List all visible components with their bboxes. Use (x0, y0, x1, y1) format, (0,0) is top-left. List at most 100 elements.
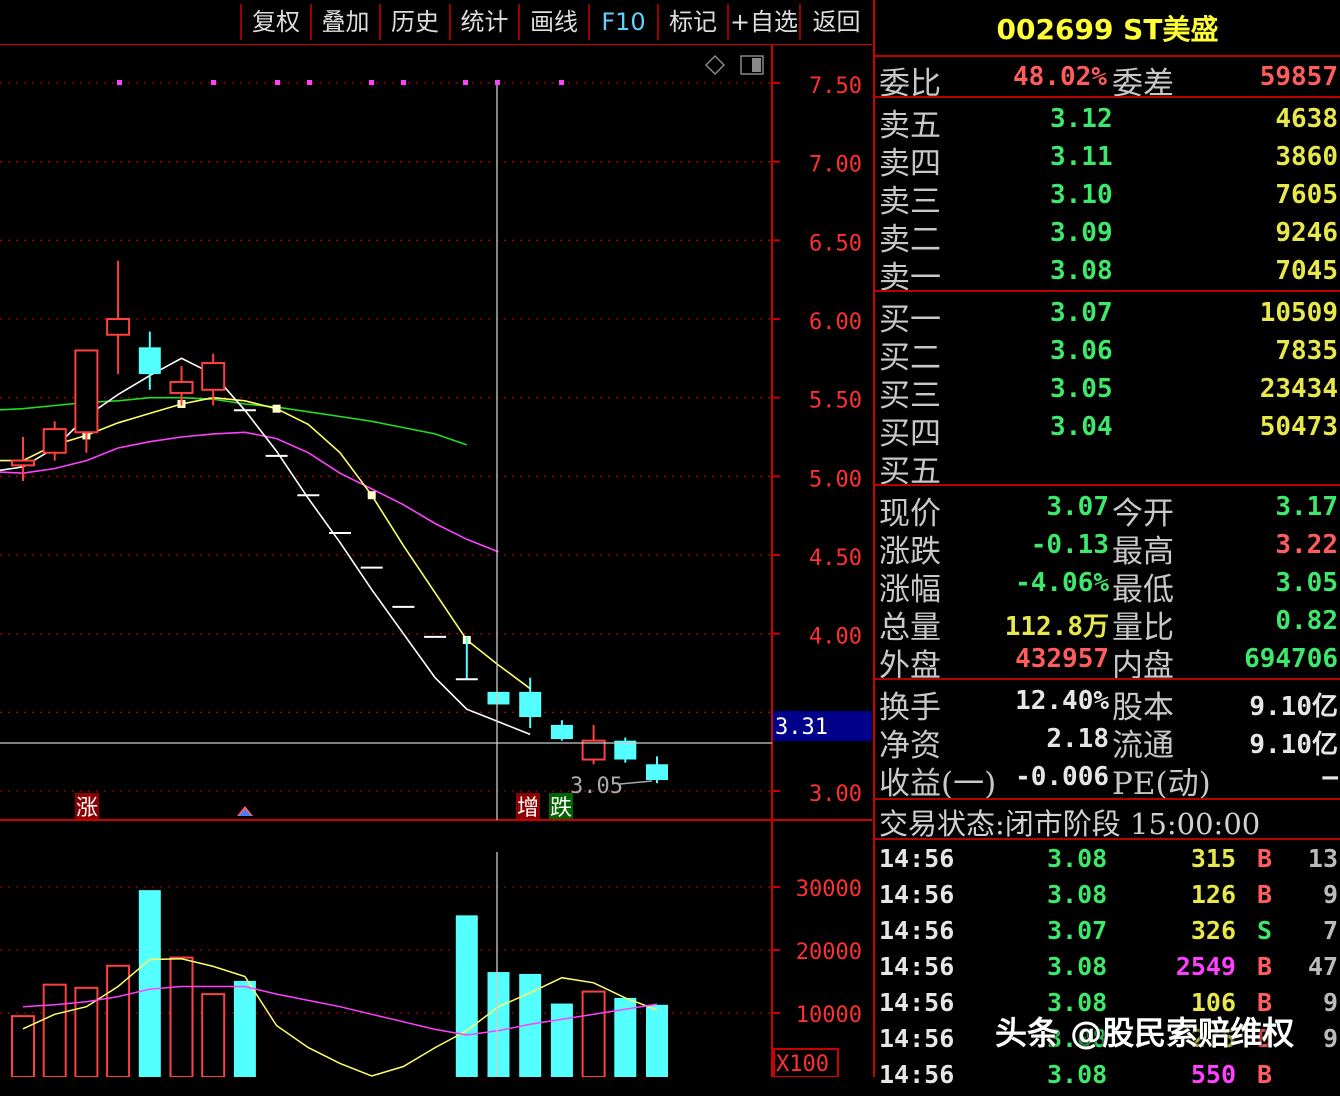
tick-row[interactable]: 14:56 3.08 315 B 13 (875, 844, 1340, 880)
candle (11, 437, 35, 482)
ma-magenta-line (0, 431, 499, 553)
mark-button[interactable]: 标记 (657, 4, 727, 40)
candle-body (519, 691, 542, 718)
price-tick-label: 6.00 (809, 310, 862, 335)
watermark: 头条 @股民索赔维权 (995, 1014, 1295, 1052)
tick-count: 9 (1322, 880, 1338, 909)
tick-time: 14:56 (879, 916, 955, 945)
price-axis: 7.50 7.00 6.50 6.00 5.50 5.00 4.50 4.00 3.00 3000… (772, 74, 862, 1077)
ask-volume: 4638 (1275, 104, 1338, 134)
tick-count: 47 (1307, 952, 1338, 981)
bid-price: 3.04 (1050, 412, 1113, 442)
candle-body (106, 318, 131, 336)
candle (581, 724, 606, 765)
tick-row[interactable]: 14:56 3.08 550 B (875, 1060, 1340, 1096)
kline-chart[interactable]: 7.50 7.00 6.50 6.00 5.50 5.00 4.50 4.00 3.00 3000… (0, 44, 872, 1077)
signal-dot (211, 80, 216, 85)
candle-body (138, 347, 161, 375)
signal-dot (559, 80, 564, 85)
ask-row: 卖四 3.11 3860 (875, 138, 1340, 182)
stat-row: 现价 3.07 今开 3.17 (875, 488, 1340, 532)
diamond-icon (704, 54, 726, 76)
candle (487, 691, 510, 705)
candle-body (169, 380, 194, 394)
stat-value: 112.8万 (1004, 612, 1109, 642)
signal-dot (401, 80, 406, 85)
tick-side: B (1257, 952, 1273, 981)
chart-toolbar: 复权 叠加 历史 统计 画线 F10 标记 +自选 返回 (0, 0, 872, 45)
candle-body (42, 428, 67, 454)
candle-body (74, 349, 99, 434)
ma-yellow-line (0, 396, 531, 690)
signal-dot (463, 80, 468, 85)
candle (106, 260, 131, 375)
stat-value: 12.40% (1015, 686, 1109, 716)
volume-bar (550, 1003, 573, 1077)
tick-row[interactable]: 14:56 3.08 2549 B 47 (875, 952, 1340, 988)
history-button[interactable]: 历史 (379, 4, 449, 40)
candle (550, 720, 573, 741)
candle-body (11, 459, 35, 467)
tick-volume: 315 (1190, 844, 1236, 873)
stat-row: 收益(一) -0.006 PE(动) — (875, 758, 1340, 802)
bid-row: 买五 (875, 446, 1340, 490)
statistics-button[interactable]: 统计 (449, 4, 518, 40)
stat-label: PE(动) (1112, 766, 1211, 802)
chart-grid (0, 44, 872, 1077)
signal-dot (275, 80, 280, 85)
fuquan-button[interactable]: 复权 (240, 4, 310, 40)
tick-count: 9 (1322, 1024, 1338, 1053)
candle-body (646, 764, 668, 780)
draw-line-button[interactable]: 画线 (518, 4, 588, 40)
tick-count: 7 (1322, 916, 1338, 945)
bid-row: 买三 3.05 23434 (875, 370, 1340, 414)
stat-value: 432957 (1015, 644, 1109, 674)
tick-count: 13 (1307, 844, 1338, 873)
signal-dot (495, 80, 500, 85)
price-tick-label: 7.00 (809, 153, 862, 178)
signal-dot (307, 80, 312, 85)
ask-volume: 9246 (1275, 218, 1338, 248)
ma-marker (272, 404, 281, 413)
ask-volume: 3860 (1275, 142, 1338, 172)
volume-bar (646, 1004, 668, 1077)
f10-button[interactable]: F10 (588, 4, 657, 40)
signal-dot (117, 80, 122, 85)
tick-price: 3.08 (1047, 952, 1108, 981)
add-watchlist-button[interactable]: +自选 (727, 4, 799, 40)
stat-value: 0.82 (1275, 606, 1338, 636)
back-button[interactable]: 返回 (799, 4, 872, 40)
volume-tick-label: 20000 (796, 940, 862, 965)
stat-row: 涨幅 -4.06% 最低 3.05 (875, 564, 1340, 608)
overlay-button[interactable]: 叠加 (310, 4, 379, 40)
tick-row[interactable]: 14:56 3.08 126 B 9 (875, 880, 1340, 916)
candle (646, 756, 668, 784)
tick-row[interactable]: 14:56 3.07 326 S 7 (875, 916, 1340, 952)
candle-body (487, 691, 510, 705)
stat-value: -0.13 (1030, 530, 1109, 560)
ask-row: 卖二 3.09 9246 (875, 214, 1340, 258)
volume-bar (201, 993, 226, 1077)
stat-value: 9.10亿 (1249, 730, 1338, 760)
bid-volume: 7835 (1275, 336, 1338, 366)
bid-price: 3.05 (1050, 374, 1113, 404)
stat-value: -4.06% (1015, 568, 1109, 598)
tick-price: 3.08 (1047, 1060, 1108, 1089)
tick-side: B (1257, 844, 1273, 873)
ask-price: 3.12 (1050, 104, 1113, 134)
volume-bar (106, 964, 131, 1077)
tick-volume: 126 (1190, 880, 1236, 909)
volume-bar (138, 890, 161, 1077)
price-tick-label: 3.00 (809, 782, 862, 807)
ask-price: 3.09 (1050, 218, 1113, 248)
volume-bar (581, 990, 606, 1077)
price-tick-label: 6.50 (809, 231, 862, 256)
ask-volume: 7045 (1275, 256, 1338, 286)
bid-volume: 23434 (1259, 374, 1338, 404)
ma-marker (367, 491, 376, 500)
tick-price: 3.07 (1047, 916, 1108, 945)
tick-volume: 550 (1190, 1060, 1236, 1089)
candle (169, 366, 194, 406)
price-tick-label: 7.50 (809, 74, 862, 99)
stat-row: 外盘 432957 内盘 694706 (875, 640, 1340, 684)
